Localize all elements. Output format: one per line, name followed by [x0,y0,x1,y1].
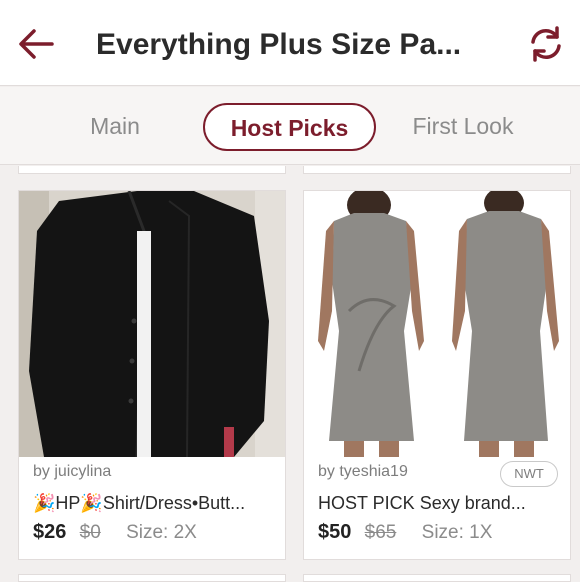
listing-card[interactable]: by tyeshia19 NWT HOST PICK Sexy brand...… [303,190,571,560]
previous-listing-card-edge[interactable] [18,166,286,174]
listing-card[interactable]: by juicylina 🎉HP🎉Shirt/Dress•Butt... $26… [18,190,286,560]
original-price: $0 [79,522,101,543]
back-button[interactable] [14,22,58,66]
tab-first-look[interactable]: First Look [398,103,528,151]
price-row: $26 $0 Size: 2X [33,521,197,544]
original-price: $65 [364,522,397,543]
nwt-badge: NWT [500,461,558,487]
tab-bar: Main Host Picks First Look [0,87,580,165]
seller-name[interactable]: by juicylina [33,463,111,481]
listing-image[interactable] [19,191,285,457]
listing-image[interactable] [304,191,570,457]
listing-title[interactable]: HOST PICK Sexy brand... [318,493,563,514]
refresh-button[interactable] [524,22,568,66]
price-row: $50 $65 Size: 1X [318,521,492,544]
listing-price: $50 [318,521,352,543]
seller-name[interactable]: by tyeshia19 [318,463,408,481]
next-listing-card-edge[interactable] [303,574,571,582]
arrow-left-icon [19,29,54,59]
tab-main[interactable]: Main [70,103,160,151]
listing-size: Size: 1X [421,522,493,543]
page-title: Everything Plus Size Pa... [96,28,462,61]
app-header: Everything Plus Size Pa... [0,0,580,86]
listing-price: $26 [33,521,67,543]
refresh-icon [531,26,561,62]
listing-title[interactable]: 🎉HP🎉Shirt/Dress•Butt... [33,493,278,514]
previous-listing-card-edge[interactable] [303,166,571,174]
listing-size: Size: 2X [126,522,197,543]
tab-host-picks[interactable]: Host Picks [203,103,376,151]
next-listing-card-edge[interactable] [18,574,286,582]
